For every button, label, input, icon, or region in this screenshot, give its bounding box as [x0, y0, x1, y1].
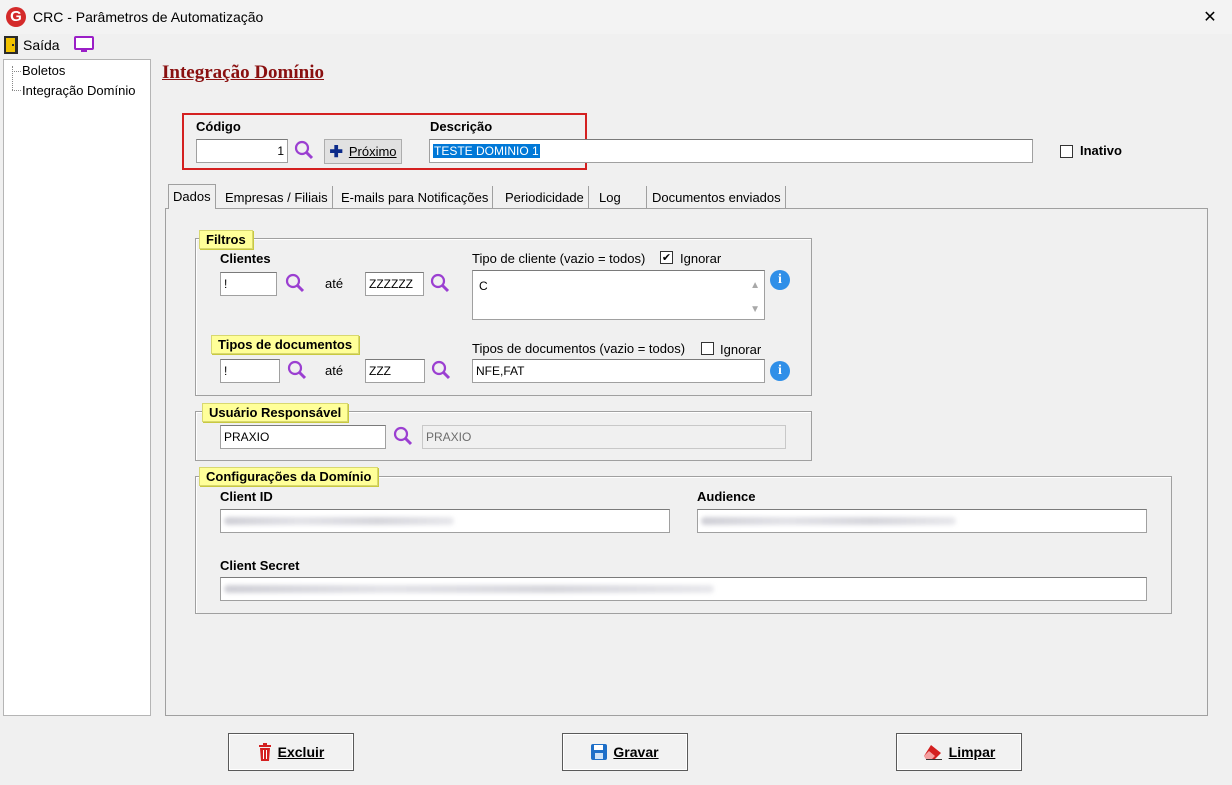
close-button[interactable]: ✕: [1196, 6, 1224, 28]
monitor-icon[interactable]: [73, 36, 95, 54]
descricao-label: Descrição: [430, 119, 493, 134]
tab-emails-notificacoes[interactable]: E-mails para Notificações: [337, 186, 494, 208]
usuario-name-field: PRAXIO: [422, 425, 786, 449]
search-tipo-doc-to-icon[interactable]: [431, 360, 451, 380]
clientes-label: Clientes: [220, 251, 271, 266]
plus-icon: ✚: [329, 143, 343, 161]
ignorar-cliente-checkbox[interactable]: ✔: [660, 251, 673, 264]
exit-menu-item[interactable]: Saída: [23, 37, 60, 53]
configuracoes-legend: Configurações da Domínio: [199, 467, 379, 486]
tree-connector: [12, 90, 21, 91]
search-cliente-from-icon[interactable]: [285, 273, 305, 293]
ignorar-tipos-doc-checkbox[interactable]: [701, 342, 714, 355]
inativo-label: Inativo: [1080, 143, 1122, 158]
ignorar-cliente-label: Ignorar: [680, 251, 722, 266]
page-title: Integração Domínio: [162, 62, 325, 83]
audience-input[interactable]: [697, 509, 1147, 533]
tab-dados[interactable]: Dados: [168, 184, 216, 209]
gravar-button[interactable]: Gravar: [562, 733, 688, 771]
redacted-value: [701, 517, 956, 525]
usuario-code-input[interactable]: PRAXIO: [220, 425, 386, 449]
tab-periodicidade[interactable]: Periodicidade: [501, 186, 589, 208]
tipo-cliente-label: Tipo de cliente (vazio = todos): [472, 251, 646, 266]
tipos-documentos-legend: Tipos de documentos: [211, 335, 360, 354]
descricao-value: TESTE DOMINIO 1: [433, 144, 540, 158]
tipos-documentos-input[interactable]: NFE,FAT: [472, 359, 765, 383]
ate-label: até: [325, 363, 344, 378]
tree-connector: [12, 66, 13, 90]
client-secret-label: Client Secret: [220, 558, 300, 573]
excluir-label: Excluir: [277, 744, 325, 760]
scroll-up-icon[interactable]: ▲: [750, 277, 760, 295]
usuario-responsavel-legend: Usuário Responsável: [202, 403, 349, 422]
ate-label: até: [325, 276, 344, 291]
trash-icon: [258, 743, 271, 761]
search-cliente-to-icon[interactable]: [430, 273, 450, 293]
tipo-doc-to-input[interactable]: ZZZ: [365, 359, 425, 383]
tab-log[interactable]: Log: [595, 186, 647, 208]
ignorar-tipos-doc-label: Ignorar: [720, 342, 762, 357]
menu-bar: [0, 34, 1232, 58]
proximo-label: Próximo: [348, 144, 397, 159]
search-tipo-doc-from-icon[interactable]: [287, 360, 307, 380]
navigation-tree: Boletos Integração Domínio: [3, 59, 151, 716]
client-secret-input[interactable]: [220, 577, 1147, 601]
tipo-cliente-value: C: [479, 279, 488, 293]
codigo-label: Código: [196, 119, 241, 134]
floppy-disk-icon: [591, 744, 608, 760]
exit-door-icon[interactable]: [4, 36, 18, 54]
info-icon[interactable]: i: [770, 270, 790, 290]
scroll-down-icon[interactable]: ▼: [750, 301, 760, 319]
tree-item-boletos[interactable]: Boletos: [22, 63, 65, 78]
client-id-label: Client ID: [220, 489, 273, 504]
tree-item-integracao-dominio[interactable]: Integração Domínio: [22, 83, 135, 98]
app-logo-icon: G: [6, 7, 26, 27]
eraser-icon: [923, 745, 942, 760]
window-title: CRC - Parâmetros de Automatização: [33, 9, 264, 25]
tab-documentos-enviados[interactable]: Documentos enviados: [648, 186, 786, 208]
search-usuario-icon[interactable]: [393, 426, 413, 446]
cliente-from-input[interactable]: !: [220, 272, 277, 296]
codigo-input[interactable]: 1: [196, 139, 288, 163]
client-id-input[interactable]: [220, 509, 670, 533]
tree-connector: [12, 71, 21, 72]
excluir-button[interactable]: Excluir: [228, 733, 354, 771]
inativo-checkbox[interactable]: [1060, 145, 1073, 158]
descricao-input[interactable]: TESTE DOMINIO 1: [429, 139, 1033, 163]
redacted-value: [224, 585, 714, 593]
gravar-label: Gravar: [613, 744, 659, 760]
limpar-button[interactable]: Limpar: [896, 733, 1022, 771]
limpar-label: Limpar: [948, 744, 996, 760]
tab-empresas-filiais[interactable]: Empresas / Filiais: [221, 186, 333, 208]
redacted-value: [224, 517, 454, 525]
info-icon[interactable]: i: [770, 361, 790, 381]
audience-label: Audience: [697, 489, 756, 504]
proximo-button[interactable]: ✚ Próximo: [324, 139, 402, 164]
tipo-cliente-textarea[interactable]: C ▲ ▼: [472, 270, 765, 320]
tipos-documentos-label: Tipos de documentos (vazio = todos): [472, 341, 686, 356]
tipo-doc-from-input[interactable]: !: [220, 359, 280, 383]
cliente-to-input[interactable]: ZZZZZZ: [365, 272, 424, 296]
search-codigo-icon[interactable]: [294, 140, 314, 160]
filtros-legend: Filtros: [199, 230, 253, 249]
